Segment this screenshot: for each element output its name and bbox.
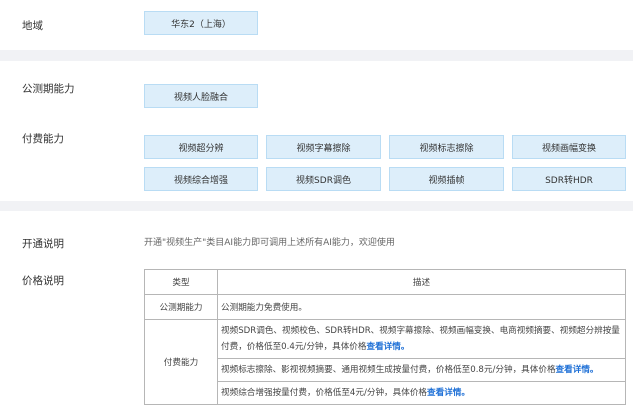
- region-option[interactable]: 华东2（上海）: [144, 11, 258, 35]
- region-label: 地域: [22, 20, 43, 32]
- capability-option-label: 视频超分辨: [178, 143, 224, 154]
- table-header-row: 类型 描述: [144, 269, 626, 295]
- row-desc-text: 视频SDR调色、视频校色、SDR转HDR、视频字幕擦除、视频画幅变换、电商视频摘…: [221, 326, 620, 352]
- capability-option-subtitle-removal[interactable]: 视频字幕擦除: [266, 135, 381, 159]
- view-details-link[interactable]: 查看详情。: [366, 342, 409, 352]
- pricing-label: 价格说明: [22, 275, 64, 287]
- header-description: 描述: [217, 269, 626, 295]
- row-type-paid: 付费能力: [144, 319, 218, 405]
- section-divider: [0, 50, 633, 61]
- capability-option-label: 视频画幅变换: [541, 143, 596, 154]
- table-row: 付费能力 视频SDR调色、视频校色、SDR转HDR、视频字幕擦除、视频画幅变换、…: [144, 319, 626, 405]
- row-desc-text: 视频标志擦除、影视视频摘要、通用视频生成按量付费，价格低至0.8元/分钟，具体价…: [221, 365, 556, 375]
- capability-option-sdr-grading[interactable]: 视频SDR调色: [266, 167, 381, 191]
- capability-option-frame-interpolation[interactable]: 视频插帧: [389, 167, 504, 191]
- row-desc-beta: 公测期能力免费使用。: [217, 294, 626, 320]
- capability-option-label: 视频字幕擦除: [296, 143, 351, 154]
- capability-option-label: 视频人脸融合: [173, 92, 228, 103]
- paid-capability-label: 付费能力: [22, 133, 64, 145]
- capability-option-label: 视频综合增强: [173, 175, 228, 186]
- activation-note: 开通"视频生产"类目AI能力即可调用上述所有AI能力，欢迎使用: [144, 238, 395, 248]
- row-desc-paid-1: 视频SDR调色、视频校色、SDR转HDR、视频字幕擦除、视频画幅变换、电商视频摘…: [217, 319, 626, 359]
- pricing-table: 类型 描述 公测期能力 公测期能力免费使用。 付费能力 视频SDR调色、视频校色…: [144, 269, 626, 405]
- capability-option-comprehensive-enhancement[interactable]: 视频综合增强: [144, 167, 258, 191]
- capability-option-label: 视频插帧: [428, 175, 465, 186]
- capability-option-video-face-fusion[interactable]: 视频人脸融合: [144, 84, 258, 108]
- capability-option-aspect-conversion[interactable]: 视频画幅变换: [512, 135, 626, 159]
- capability-option-label: 视频标志擦除: [419, 143, 474, 154]
- table-row: 视频综合增强按量付费，价格低至4元/分钟，具体价格查看详情。: [145, 381, 626, 405]
- row-desc-text: 视频综合增强按量付费，价格低至4元/分钟，具体价格: [221, 388, 428, 398]
- row-desc-paid-3: 视频综合增强按量付费，价格低至4元/分钟，具体价格查看详情。: [217, 381, 626, 405]
- beta-capability-label: 公测期能力: [22, 83, 75, 95]
- capability-option-label: 视频SDR调色: [296, 175, 351, 186]
- table-row: 视频标志擦除、影视视频摘要、通用视频生成按量付费，价格低至0.8元/分钟，具体价…: [145, 358, 626, 382]
- row-desc-paid-2: 视频标志擦除、影视视频摘要、通用视频生成按量付费，价格低至0.8元/分钟，具体价…: [217, 358, 626, 382]
- capability-option-label: SDR转HDR: [545, 175, 593, 186]
- section-divider: [0, 201, 633, 211]
- capability-option-super-resolution[interactable]: 视频超分辨: [144, 135, 258, 159]
- capabilities-section: 公测期能力 视频人脸融合 付费能力 视频超分辨 视频字幕擦除 视频标志擦除 视频…: [0, 61, 633, 201]
- row-type-beta: 公测期能力: [144, 294, 218, 320]
- capability-option-sdr-to-hdr[interactable]: SDR转HDR: [512, 167, 626, 191]
- header-type: 类型: [144, 269, 218, 295]
- region-option-label: 华东2（上海）: [171, 19, 231, 30]
- capability-option-logo-removal[interactable]: 视频标志擦除: [389, 135, 504, 159]
- region-section: 地域 华东2（上海）: [0, 0, 633, 50]
- view-details-link[interactable]: 查看详情。: [556, 365, 599, 375]
- activation-label: 开通说明: [22, 238, 64, 250]
- table-row: 公测期能力 公测期能力免费使用。: [144, 294, 626, 320]
- view-details-link[interactable]: 查看详情。: [427, 388, 470, 398]
